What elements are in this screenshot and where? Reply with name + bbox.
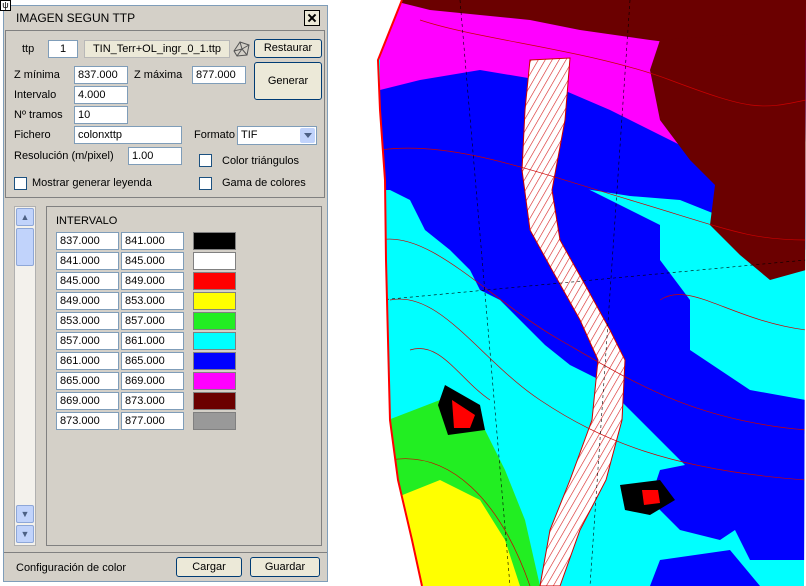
interval-to-field[interactable]: 877.000 bbox=[121, 412, 184, 430]
zmax-label: Z máxima bbox=[134, 69, 183, 81]
interval-to-field[interactable]: 869.000 bbox=[121, 372, 184, 390]
mesh-icon[interactable] bbox=[232, 39, 252, 59]
interval-from-field[interactable]: 837.000 bbox=[56, 232, 119, 250]
scroll-thumb[interactable] bbox=[16, 228, 34, 266]
interval-color-swatch[interactable] bbox=[193, 292, 236, 310]
zmin-field[interactable]: 837.000 bbox=[74, 66, 128, 84]
close-button[interactable] bbox=[304, 10, 320, 26]
tramos-field[interactable]: 10 bbox=[74, 106, 128, 124]
footer-label: Configuración de color bbox=[16, 562, 127, 574]
window-title: IMAGEN SEGUN TTP bbox=[16, 11, 136, 25]
interval-field[interactable]: 4.000 bbox=[74, 86, 128, 104]
title-bar: IMAGEN SEGUN TTP bbox=[4, 6, 327, 28]
interval-from-field[interactable]: 865.000 bbox=[56, 372, 119, 390]
interval-to-field[interactable]: 857.000 bbox=[121, 312, 184, 330]
color-triangles-checkbox[interactable] bbox=[199, 154, 212, 167]
format-label: Formato bbox=[194, 129, 235, 141]
ttp-number-field[interactable]: 1 bbox=[48, 40, 78, 58]
zmin-label: Z mínima bbox=[14, 69, 60, 81]
chevron-down-icon[interactable] bbox=[300, 128, 315, 143]
save-button[interactable]: Guardar bbox=[250, 557, 320, 577]
interval-to-field[interactable]: 865.000 bbox=[121, 352, 184, 370]
interval-color-swatch[interactable] bbox=[193, 232, 236, 250]
interval-color-swatch[interactable] bbox=[193, 352, 236, 370]
elevation-map[interactable] bbox=[330, 0, 806, 586]
zmax-field[interactable]: 877.000 bbox=[192, 66, 246, 84]
interval-to-field[interactable]: 853.000 bbox=[121, 292, 184, 310]
color-range-checkbox[interactable] bbox=[199, 177, 212, 190]
pin-icon[interactable]: ψ bbox=[0, 0, 11, 11]
interval-from-field[interactable]: 869.000 bbox=[56, 392, 119, 410]
interval-to-field[interactable]: 841.000 bbox=[121, 232, 184, 250]
footer: Configuración de color Cargar Guardar bbox=[4, 552, 327, 583]
ttp-label: ttp bbox=[22, 43, 35, 55]
interval-color-swatch[interactable] bbox=[193, 332, 236, 350]
interval-from-field[interactable]: 873.000 bbox=[56, 412, 119, 430]
tramos-label: Nº tramos bbox=[14, 109, 63, 121]
format-select[interactable]: TIF bbox=[237, 126, 317, 145]
interval-list: INTERVALO 837.000 841.000 841.000 845.000 84… bbox=[46, 206, 322, 546]
interval-color-swatch[interactable] bbox=[193, 392, 236, 410]
generate-button[interactable]: Generar bbox=[254, 62, 322, 100]
color-triangles-label: Color triángulos bbox=[222, 155, 300, 167]
interval-color-swatch[interactable] bbox=[193, 372, 236, 390]
color-range-label: Gama de colores bbox=[222, 177, 306, 189]
interval-from-field[interactable]: 841.000 bbox=[56, 252, 119, 270]
interval-color-swatch[interactable] bbox=[193, 312, 236, 330]
resolution-label: Resolución (m/pixel) bbox=[14, 150, 114, 162]
interval-color-swatch[interactable] bbox=[193, 272, 236, 290]
interval-from-field[interactable]: 849.000 bbox=[56, 292, 119, 310]
interval-color-swatch[interactable] bbox=[193, 252, 236, 270]
interval-to-field[interactable]: 873.000 bbox=[121, 392, 184, 410]
interval-header: INTERVALO bbox=[56, 215, 118, 227]
file-label: Fichero bbox=[14, 129, 51, 141]
interval-to-field[interactable]: 861.000 bbox=[121, 332, 184, 350]
interval-from-field[interactable]: 853.000 bbox=[56, 312, 119, 330]
interval-to-field[interactable]: 849.000 bbox=[121, 272, 184, 290]
resolution-field[interactable]: 1.00 bbox=[128, 147, 182, 165]
interval-from-field[interactable]: 857.000 bbox=[56, 332, 119, 350]
elevation-map-svg bbox=[376, 0, 806, 586]
low-point-red-2 bbox=[642, 490, 660, 505]
load-button[interactable]: Cargar bbox=[176, 557, 242, 577]
show-legend-label: Mostrar generar leyenda bbox=[32, 177, 152, 189]
interval-from-field[interactable]: 845.000 bbox=[56, 272, 119, 290]
interval-color-swatch[interactable] bbox=[193, 412, 236, 430]
interval-from-field[interactable]: 861.000 bbox=[56, 352, 119, 370]
settings-group: ttp 1 TIN_Terr+OL_ingr_0_1.ttp Restaurar… bbox=[5, 30, 325, 198]
show-legend-checkbox[interactable] bbox=[14, 177, 27, 190]
restore-button[interactable]: Restaurar bbox=[254, 39, 322, 58]
scroll-to-bottom-icon[interactable]: ▼ bbox=[16, 505, 34, 523]
imagen-segun-ttp-panel: IMAGEN SEGUN TTP ttp 1 TIN_Terr+OL_ingr_… bbox=[3, 5, 328, 582]
scroll-up-icon[interactable]: ▲ bbox=[16, 208, 34, 226]
interval-to-field[interactable]: 845.000 bbox=[121, 252, 184, 270]
format-select-value: TIF bbox=[241, 129, 258, 141]
ttp-file-field[interactable]: TIN_Terr+OL_ingr_0_1.ttp bbox=[84, 40, 230, 58]
interval-scrollbar[interactable]: ▲ ▼ ▼ bbox=[14, 206, 36, 546]
file-field[interactable]: colonxttp bbox=[74, 126, 182, 144]
scroll-down-icon[interactable]: ▼ bbox=[16, 525, 34, 543]
interval-label: Intervalo bbox=[14, 89, 57, 101]
